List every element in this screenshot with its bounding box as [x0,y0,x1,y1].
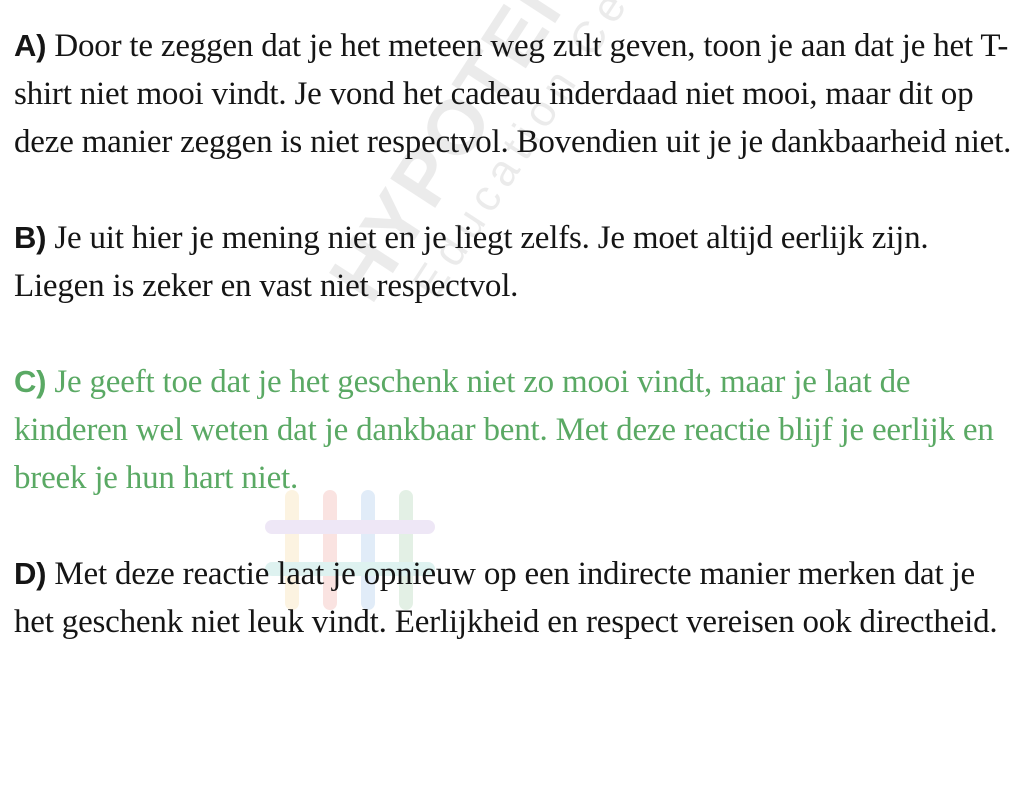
answer-explanations: A) Door te zeggen dat je het meteen weg … [14,22,1014,694]
answer-d-text: Met deze reactie laat je opnieuw op een … [14,556,998,640]
answer-d-letter: D) [14,556,47,591]
answer-a-letter: A) [14,28,47,63]
answer-b: B) Je uit hier je mening niet en je lieg… [14,214,1014,310]
answer-d: D) Met deze reactie laat je opnieuw op e… [14,550,1014,646]
answer-b-text: Je uit hier je mening niet en je liegt z… [14,220,929,304]
answer-a-text: Door te zeggen dat je het meteen weg zul… [14,28,1012,160]
answer-c-text: Je geeft toe dat je het geschenk niet zo… [14,364,994,496]
answer-b-letter: B) [14,220,47,255]
answer-a: A) Door te zeggen dat je het meteen weg … [14,22,1014,166]
answer-c-letter: C) [14,364,47,399]
answer-c-correct: C) Je geeft toe dat je het geschenk niet… [14,358,1014,502]
